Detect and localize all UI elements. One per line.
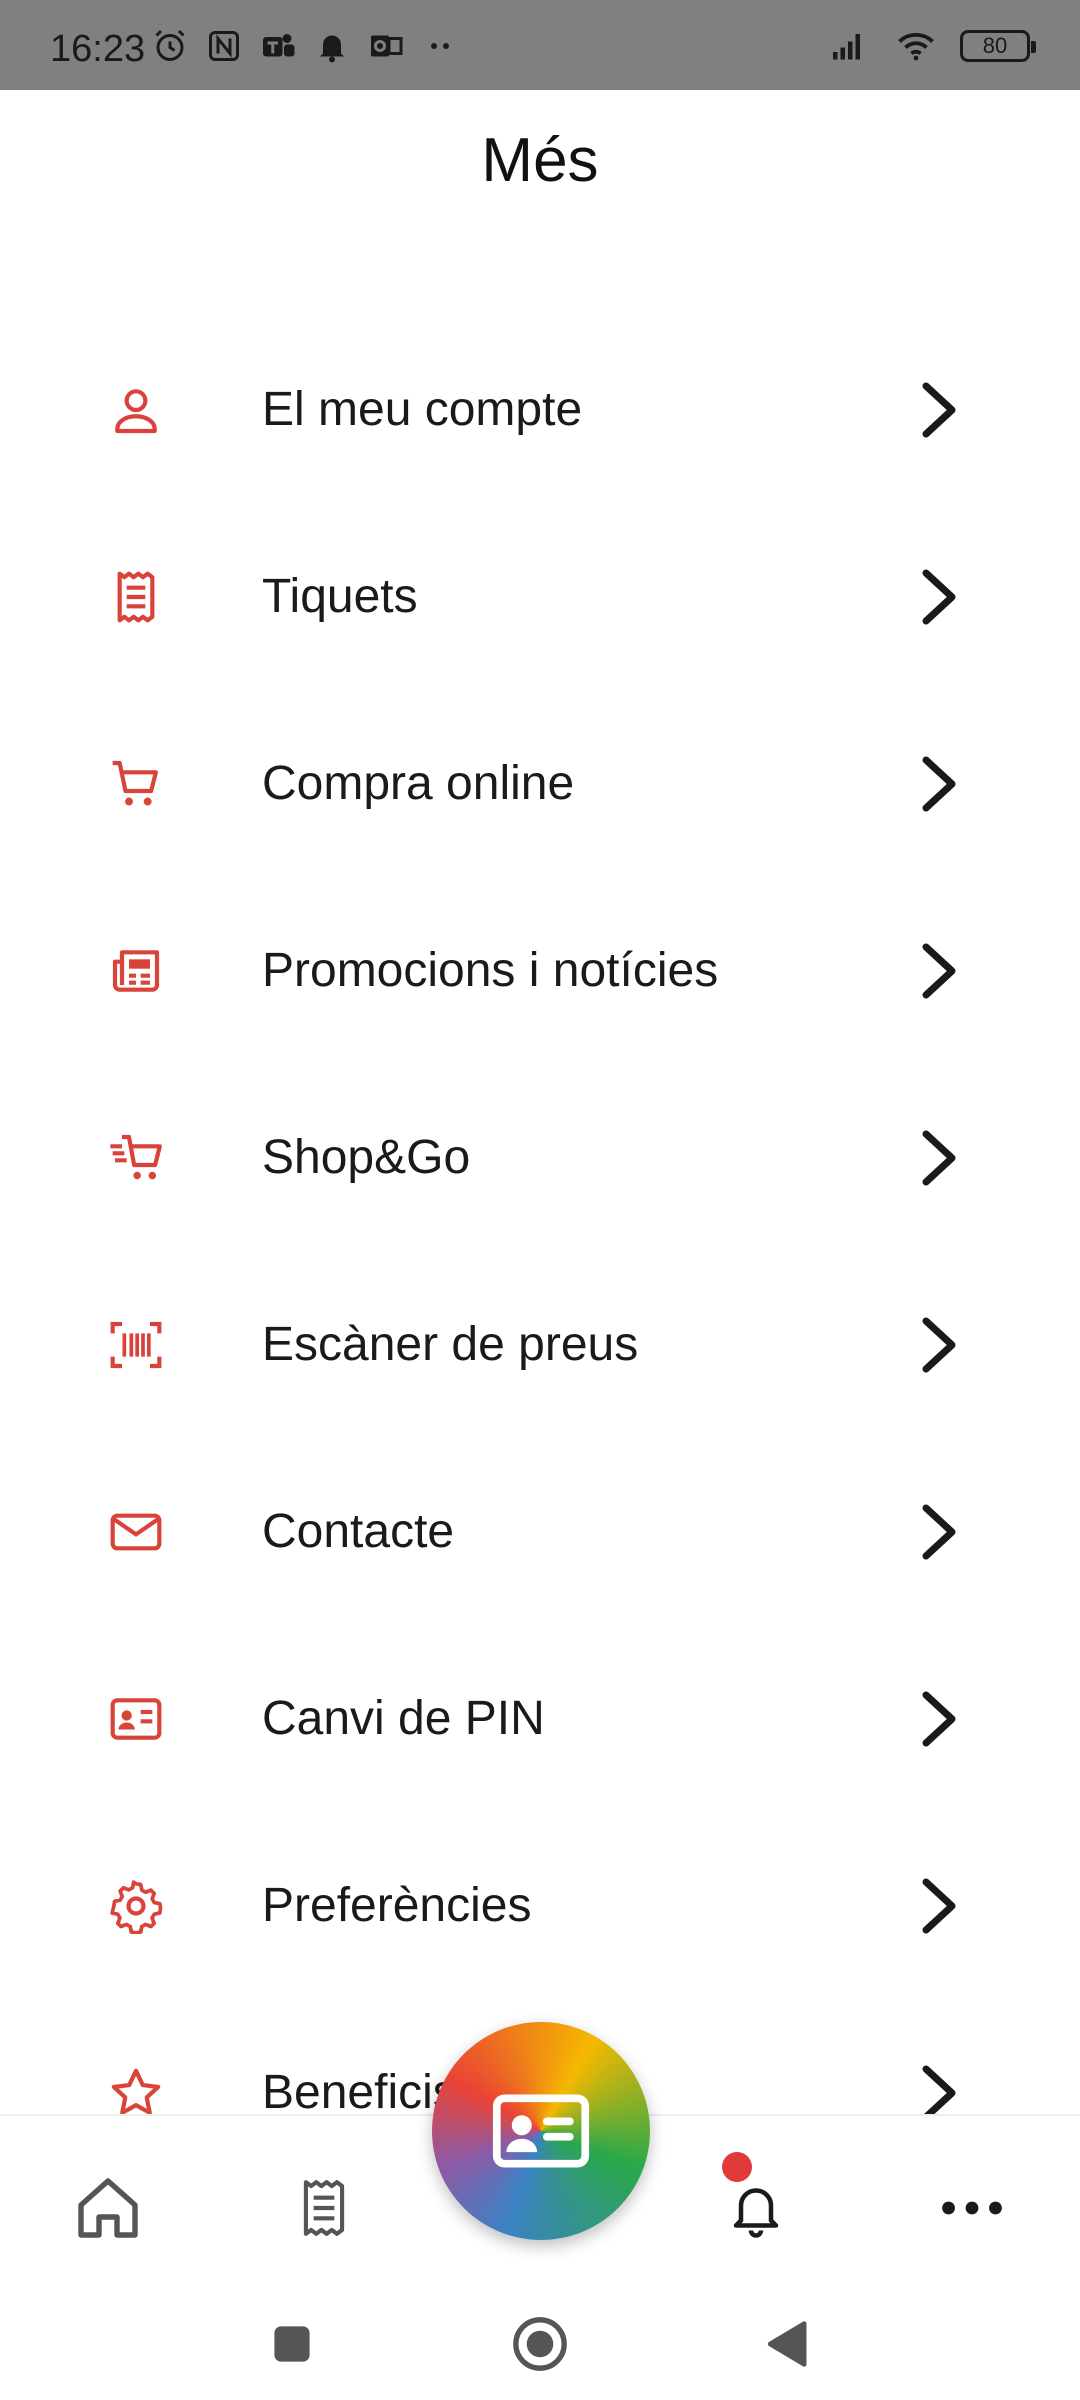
menu-item-label: Promocions i notícies [262,944,719,997]
receipt-icon [117,571,155,622]
fast-cart-icon [110,1134,162,1179]
chevron-right-icon [922,1130,956,1185]
back-triangle-icon [767,2321,807,2367]
status-bar: 16:23 80 [0,0,1080,90]
menu-item-label: Shop&Go [262,1131,471,1184]
more-icon [942,2201,1002,2215]
newspaper-icon [112,949,160,992]
menu-item-compra-online[interactable]: Compra online [0,690,1080,877]
outlook-icon [371,35,403,57]
back-button[interactable] [754,2312,818,2376]
nav-notifications-button[interactable] [716,2152,796,2248]
menu-list: El meu compte Tiquets Compra online Prom… [0,316,1080,2186]
cart-icon [112,760,158,805]
home-circle-icon [513,2317,567,2371]
nfc-icon [209,31,239,61]
menu-item-canvi-de-pin[interactable]: Canvi de PIN [0,1625,1080,1812]
home-icon [78,2178,138,2238]
nav-receipts-button[interactable] [284,2168,364,2248]
barcode-scanner-icon [110,1321,162,1368]
menu-item-label: Compra online [262,757,575,810]
menu-item-preferencies[interactable]: Preferències [0,1812,1080,1999]
system-navigation-bar [0,2290,1080,2400]
more-dots-icon [431,43,449,49]
menu-item-tiquets[interactable]: Tiquets [0,503,1080,690]
menu-item-label: Contacte [262,1505,455,1558]
notification-badge [722,2152,752,2182]
menu-item-label: Canvi de PIN [262,1692,545,1745]
mail-icon [110,1513,162,1550]
nav-more-button[interactable] [932,2168,1012,2248]
menu-item-contacte[interactable]: Contacte [0,1438,1080,1625]
signal-icon [833,34,860,60]
menu-item-promocions[interactable]: Promocions i notícies [0,877,1080,1064]
teams-icon [263,34,295,57]
page-title: Més [481,126,599,195]
home-system-button[interactable] [508,2312,572,2376]
battery-icon: 80 [960,30,1036,62]
bell-icon [320,35,344,63]
chevron-right-icon [922,943,956,998]
gear-icon [110,1879,163,1934]
nav-home-button[interactable] [68,2168,148,2248]
menu-item-label: Tiquets [262,570,418,623]
alarm-icon [155,29,185,61]
chevron-right-icon [922,1878,956,1933]
chevron-right-icon [922,382,956,437]
bell-icon [733,2188,779,2238]
status-time: 16:23 [50,28,146,70]
receipt-icon [303,2180,345,2236]
wifi-icon [898,33,934,61]
menu-item-label: Escàner de preus [262,1318,639,1371]
menu-item-shop-and-go[interactable]: Shop&Go [0,1064,1080,1251]
menu-item-el-meu-compte[interactable]: El meu compte [0,316,1080,503]
chevron-right-icon [922,756,956,811]
chevron-right-icon [922,1691,956,1746]
menu-item-label: Preferències [262,1879,532,1932]
recents-button[interactable] [260,2312,324,2376]
recents-icon [274,2326,310,2362]
menu-item-label: El meu compte [262,383,583,436]
id-card-icon [110,1697,162,1740]
system-icons: 80 [824,28,1036,64]
user-icon [115,388,157,433]
membership-card-button[interactable] [432,2022,650,2240]
chevron-right-icon [922,1504,956,1559]
membership-card-icon [492,2094,590,2168]
chevron-right-icon [922,569,956,624]
chevron-right-icon [922,1317,956,1372]
star-icon [111,2068,161,2115]
menu-item-label: Beneficis [262,2066,457,2119]
menu-item-escaner-de-preus[interactable]: Escàner de preus [0,1251,1080,1438]
notification-icons [152,28,458,64]
